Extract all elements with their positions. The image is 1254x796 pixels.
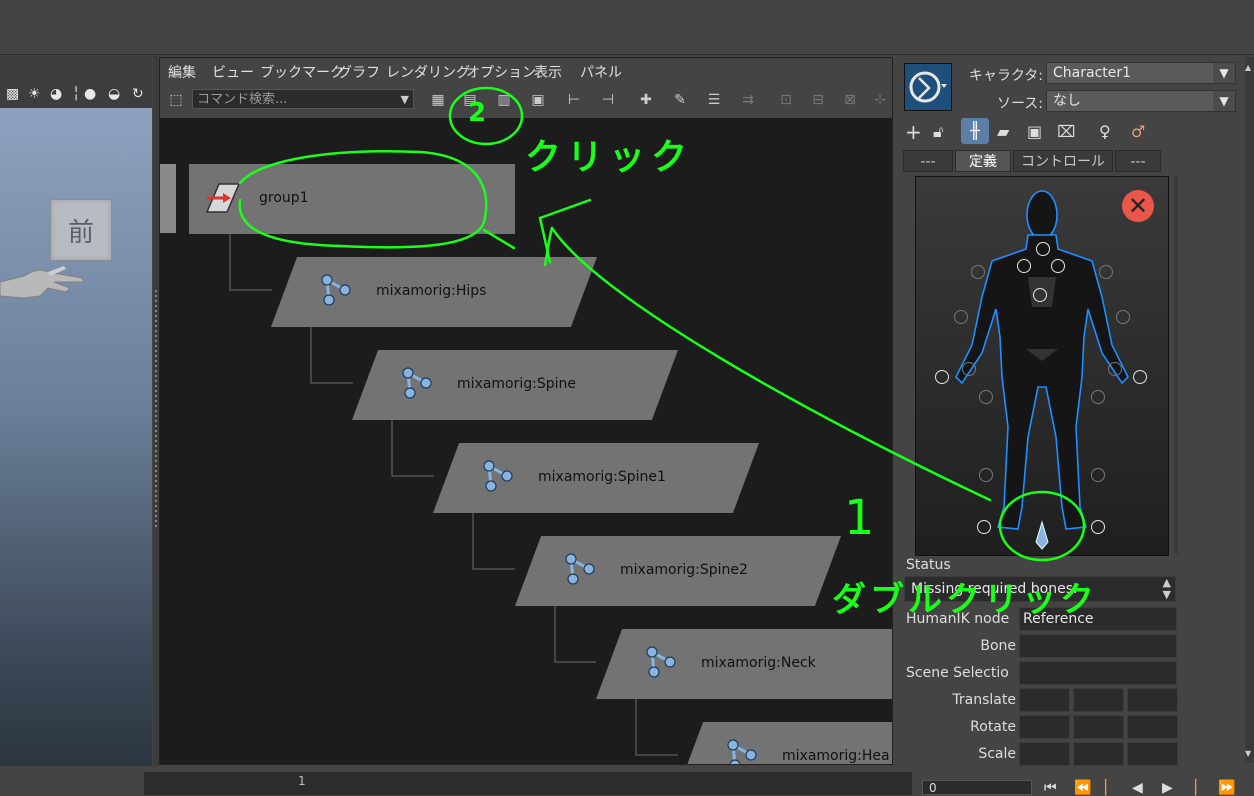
annotation-step2-text: クリック	[525, 137, 694, 178]
annotation-step1-number: 1	[844, 490, 875, 546]
tutorial-annotation-strokes	[238, 86, 1086, 562]
annotation-step2-number: 2	[468, 98, 487, 128]
annotation-step1-text: ダブルクリック	[832, 580, 1098, 620]
